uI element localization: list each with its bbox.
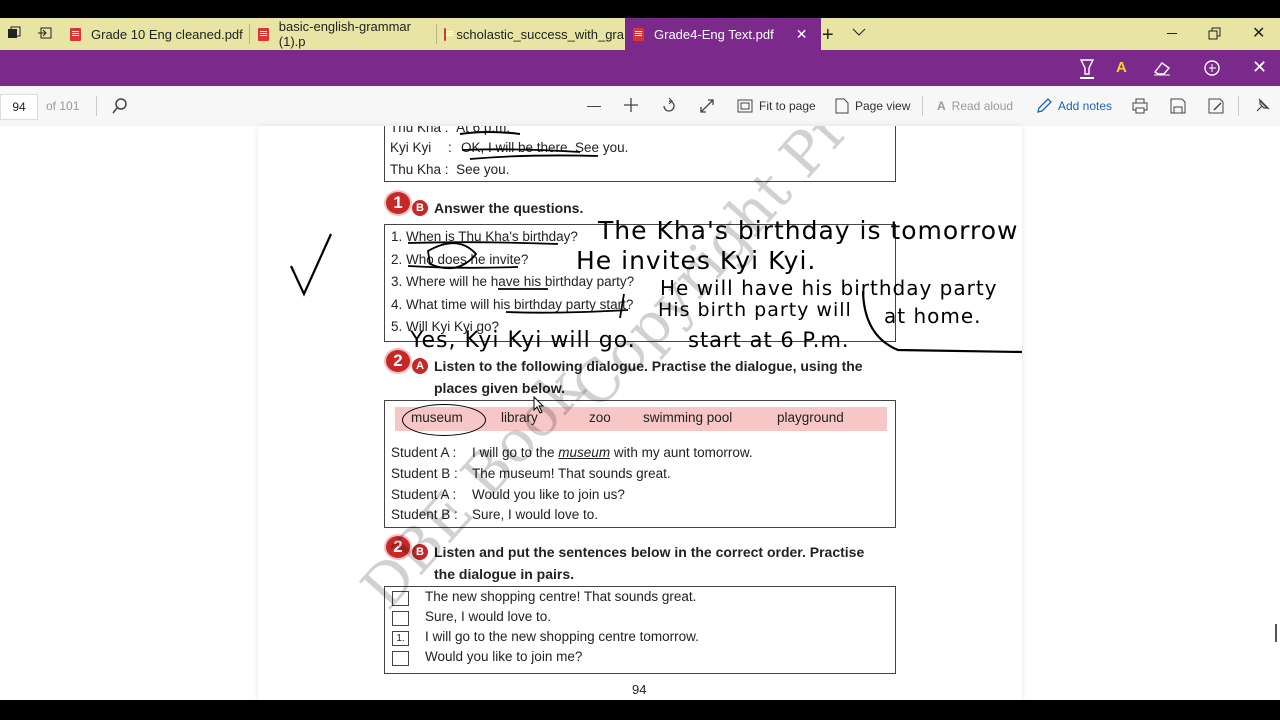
translate-icon[interactable]: A: [1116, 59, 1127, 76]
close-tab-icon[interactable]: ✕: [796, 26, 808, 43]
pdf-page: Thu Kha : At 6 p.m. Kyi Kyi: OK, I will b…: [258, 126, 1022, 700]
page-view-label: Page view: [855, 99, 911, 113]
pen-icon: [1037, 98, 1052, 113]
handwritten-answer: start at 6 P.m.: [688, 328, 850, 352]
zoom-out-icon[interactable]: [587, 106, 601, 107]
page-number-input[interactable]: 94: [0, 94, 38, 120]
toolbar-divider: [922, 96, 923, 116]
tab-label: scholastic_success_with_gra: [456, 26, 624, 42]
toolbar-divider: [96, 96, 97, 116]
handwritten-answer: He invites Kyi Kyi.: [576, 246, 817, 275]
ink-circle: [402, 404, 486, 436]
pdf-command-bar: A ✕: [0, 50, 1280, 86]
fit-to-page-label: Fit to page: [759, 99, 816, 113]
new-tab-icon[interactable]: +: [822, 24, 834, 47]
ink-strokes: [290, 131, 1022, 354]
pdf-icon: [70, 27, 81, 41]
page-total: of 101: [46, 99, 80, 113]
pdf-icon: [633, 27, 644, 41]
tab-label: Grade4-Eng Text.pdf: [654, 26, 774, 42]
tab-basic-grammar[interactable]: basic-english-grammar (1).p: [250, 18, 438, 50]
close-ink-icon[interactable]: ✕: [1252, 57, 1267, 78]
scrollbar-thumb[interactable]: [1275, 624, 1277, 642]
read-aloud-label: Read aloud: [951, 99, 1014, 113]
toolbar-divider: [1238, 96, 1239, 116]
handwritten-answer: He will have his birthday party: [660, 276, 998, 300]
tab-scholastic[interactable]: scholastic_success_with_gra: [436, 18, 624, 50]
handwritten-answer: Yes, Kyi Kyi will go.: [410, 328, 636, 353]
page-view-button[interactable]: Page view: [835, 86, 910, 126]
read-aloud-button[interactable]: A Read aloud: [937, 86, 1013, 126]
tab-bar: Grade 10 Eng cleaned.pdf basic-english-g…: [0, 18, 1280, 50]
add-notes-label: Add notes: [1058, 99, 1113, 113]
handwritten-answer: at home.: [884, 304, 982, 328]
pdf-icon: [444, 27, 455, 41]
handwritten-answer: His birth party will: [658, 299, 852, 321]
fit-to-page-button[interactable]: Fit to page: [737, 86, 816, 126]
tab-grade10[interactable]: Grade 10 Eng cleaned.pdf: [62, 18, 250, 50]
minimize-icon[interactable]: [1167, 33, 1177, 34]
handwritten-answer: The Kha's birthday is tomorrow: [598, 216, 1019, 245]
tab-label: basic-english-grammar (1).p: [278, 19, 411, 49]
set-tabs-aside-icon[interactable]: [38, 27, 52, 39]
add-notes-button[interactable]: Add notes: [1036, 86, 1112, 126]
pdf-icon: [258, 27, 269, 41]
window-close-icon[interactable]: ✕: [1252, 23, 1265, 43]
fit-page-icon: [737, 99, 753, 113]
pdf-toolbar: 94 of 101 Fit to page Page view A Read a…: [0, 86, 1280, 127]
read-aloud-icon: A: [937, 99, 946, 113]
title-strip: [0, 0, 1280, 18]
tab-grade4[interactable]: Grade4-Eng Text.pdf ✕: [625, 18, 821, 50]
tab-actions-icon[interactable]: [8, 26, 21, 39]
bottom-strip: [0, 700, 1280, 720]
tab-label: Grade 10 Eng cleaned.pdf: [91, 26, 243, 42]
page-view-icon: [835, 98, 849, 114]
